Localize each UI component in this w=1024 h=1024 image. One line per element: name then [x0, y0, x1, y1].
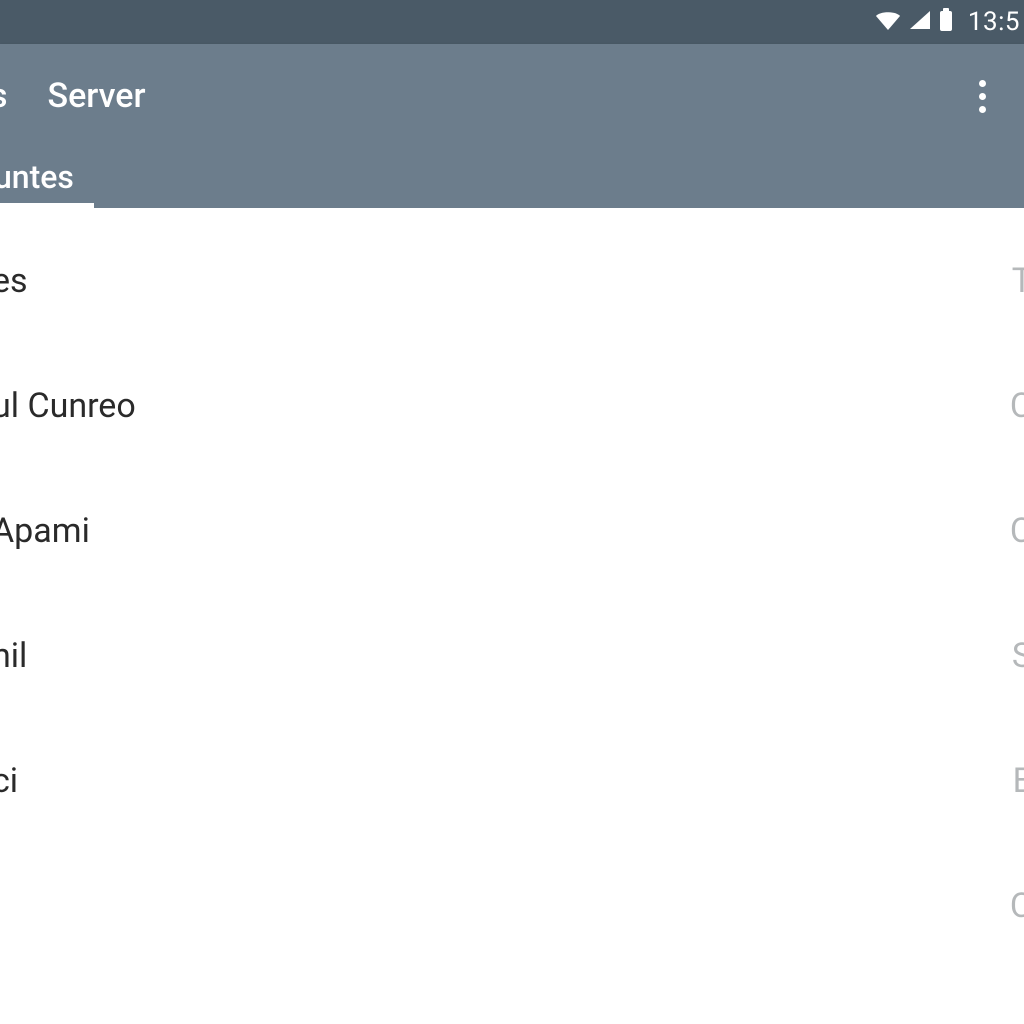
- list-item-secondary: C: [1010, 386, 1024, 426]
- overflow-menu-button[interactable]: [964, 78, 1000, 114]
- tab-bar: untes: [0, 136, 1024, 208]
- list-item-primary: es: [0, 261, 28, 301]
- list-item-secondary: T: [1012, 261, 1024, 301]
- list-item[interactable]: nil S: [0, 593, 1024, 718]
- list-item-secondary: C: [1010, 511, 1024, 551]
- list-item-secondary: E: [1013, 761, 1024, 801]
- battery-icon: [938, 7, 954, 37]
- list-item[interactable]: ci E: [0, 718, 1024, 843]
- cellular-icon: [908, 9, 932, 35]
- status-time: 13:5: [968, 7, 1020, 37]
- list-item[interactable]: es T: [0, 218, 1024, 343]
- tab-active[interactable]: untes: [0, 158, 94, 208]
- list-item-primary: ul Cunreo: [0, 386, 136, 426]
- list-item-primary: nil: [0, 636, 27, 676]
- list-item-primary: Apami: [0, 511, 90, 551]
- list-item-primary: ci: [0, 761, 18, 801]
- tab-indicator: [0, 203, 94, 208]
- list-item-secondary: S: [1012, 636, 1024, 676]
- list-item[interactable]: Apami C: [0, 468, 1024, 593]
- list: es T ul Cunreo C Apami C nil S ci E C: [0, 208, 1024, 968]
- tab-label: untes: [0, 158, 74, 196]
- list-item-secondary: C: [1010, 886, 1024, 926]
- wifi-icon: [874, 9, 902, 35]
- app-bar-left-fragment: s: [0, 76, 8, 116]
- app-bar: s Server untes: [0, 44, 1024, 208]
- list-item[interactable]: ul Cunreo C: [0, 343, 1024, 468]
- status-icons: 13:5: [874, 7, 1020, 37]
- list-item[interactable]: C: [0, 843, 1024, 968]
- app-bar-top: s Server: [0, 56, 1024, 136]
- more-vert-icon: [979, 77, 986, 116]
- app-bar-title: Server: [48, 76, 146, 116]
- status-bar: 13:5: [0, 0, 1024, 44]
